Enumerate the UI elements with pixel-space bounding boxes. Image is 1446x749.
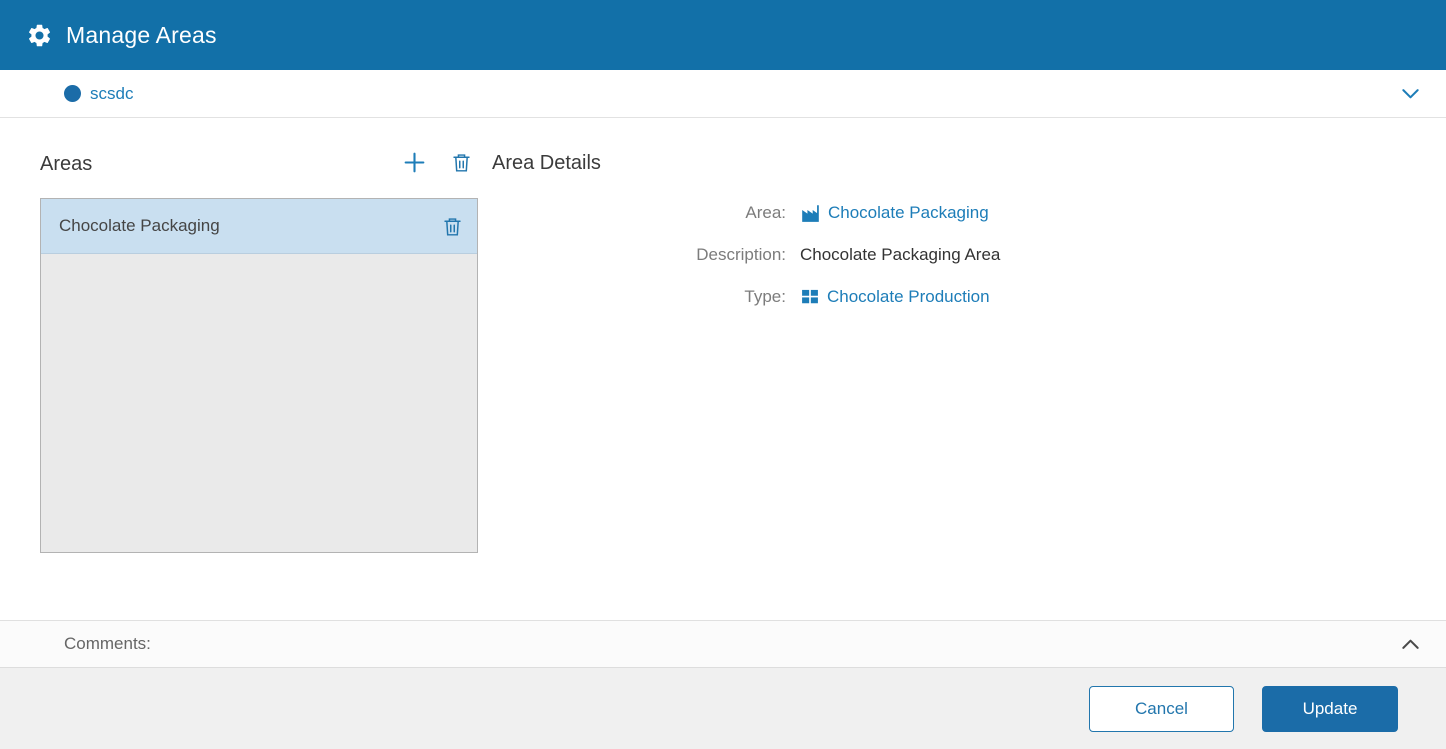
type-field-label: Type: (492, 287, 800, 307)
description-field-row: Description: Chocolate Packaging Area (492, 234, 1000, 276)
grid-icon (800, 287, 820, 307)
cancel-button[interactable]: Cancel (1089, 686, 1234, 732)
area-field-row: Area: Chocolate Packaging (492, 192, 1000, 234)
add-area-button[interactable] (402, 150, 427, 178)
areas-title: Areas (40, 153, 92, 176)
area-value-link[interactable]: Chocolate Packaging (828, 203, 989, 223)
type-field-row: Type: Chocolate Production (492, 276, 1000, 318)
trash-icon[interactable] (442, 216, 463, 237)
dialog-header: Manage Areas (0, 0, 1446, 70)
delete-area-button[interactable] (451, 152, 472, 176)
factory-icon (800, 203, 821, 224)
database-selector-row[interactable]: scsdc (0, 70, 1446, 118)
areas-list: Chocolate Packaging (40, 198, 478, 553)
description-value: Chocolate Packaging Area (800, 245, 1000, 265)
area-details-form: Area: Chocolate Packaging Description: C… (492, 192, 1000, 318)
type-value-link[interactable]: Chocolate Production (827, 287, 990, 307)
areas-panel-header: Areas (40, 146, 478, 182)
chevron-down-icon[interactable] (1399, 82, 1422, 105)
area-field-label: Area: (492, 203, 800, 223)
area-item-label: Chocolate Packaging (59, 216, 442, 236)
footer-bar: Cancel Update (0, 667, 1446, 749)
trash-icon (451, 152, 472, 176)
plus-icon (402, 150, 427, 178)
comments-label: Comments: (64, 634, 151, 654)
description-field-label: Description: (492, 245, 800, 265)
circle-status-icon (64, 85, 81, 102)
update-button[interactable]: Update (1262, 686, 1398, 732)
comments-bar[interactable]: Comments: (0, 620, 1446, 667)
list-item[interactable]: Chocolate Packaging (41, 199, 477, 254)
gear-icon (26, 22, 53, 49)
chevron-up-icon[interactable] (1399, 633, 1422, 656)
area-details-title: Area Details (492, 152, 601, 175)
database-name[interactable]: scsdc (90, 84, 133, 104)
dialog-title: Manage Areas (66, 22, 217, 49)
